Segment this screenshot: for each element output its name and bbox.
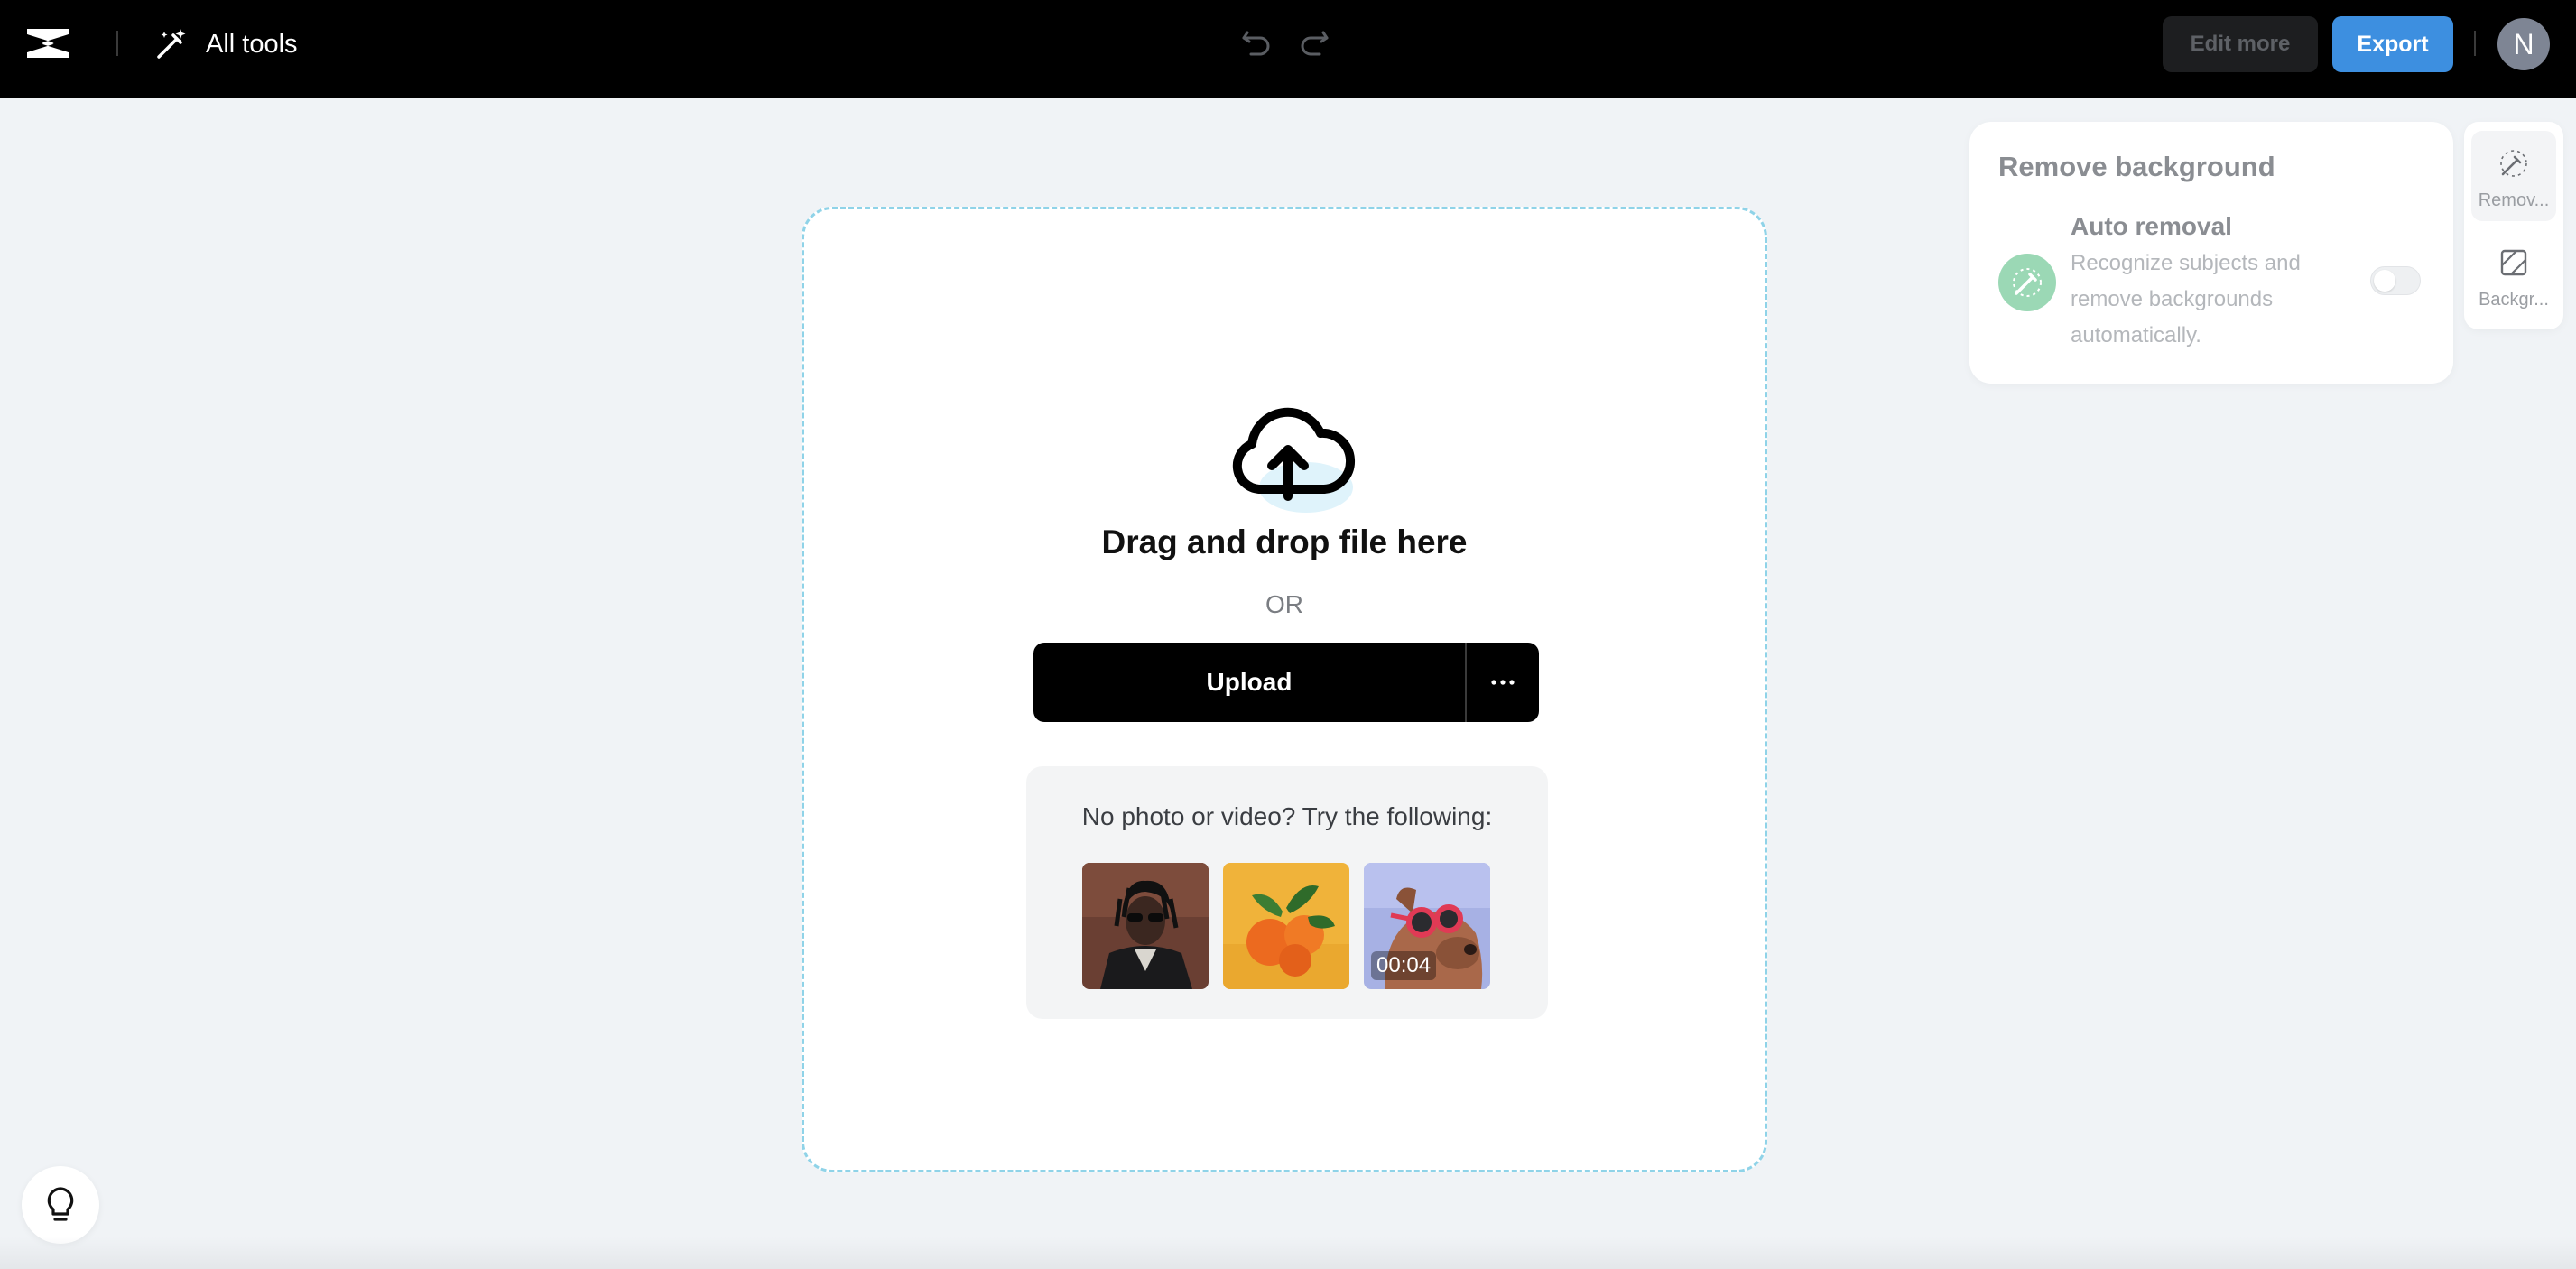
auto-removal-toggle[interactable] — [2370, 266, 2421, 295]
remove-background-panel: Remove background Auto removal Recognize… — [1969, 122, 2453, 384]
or-separator: OR — [1265, 590, 1303, 618]
topbar-divider — [2474, 31, 2476, 56]
topbar-divider — [116, 31, 118, 56]
sample-media-panel: No photo or video? Try the following: 00… — [1026, 766, 1548, 1019]
auto-removal-description: Recognize subjects and remove background… — [2071, 251, 2301, 347]
rail-label-background: Backgr... — [2479, 290, 2549, 310]
cloud-upload-icon — [1232, 407, 1355, 513]
upload-button[interactable]: Upload — [1033, 643, 1467, 722]
rail-item-remove-background[interactable]: Remov... — [2471, 131, 2556, 221]
edit-more-button[interactable]: Edit more — [2163, 16, 2318, 72]
undo-icon[interactable] — [1237, 20, 1276, 60]
sample-thumbnail-dog-video[interactable]: 00:04 — [1364, 863, 1490, 989]
auto-removal-title: Auto removal — [2071, 212, 2232, 240]
auto-removal-icon — [1998, 254, 2056, 311]
toggle-knob — [2374, 270, 2395, 292]
rail-label-remove: Remov... — [2478, 190, 2550, 210]
all-tools-button[interactable]: All tools — [153, 23, 298, 65]
bottom-shadow — [0, 1237, 2576, 1269]
all-tools-label: All tools — [206, 29, 298, 59]
redo-icon[interactable] — [1294, 20, 1334, 60]
lightbulb-icon — [47, 1187, 74, 1221]
rail-item-background[interactable]: Backgr... — [2471, 230, 2556, 320]
tool-rail: Remov... Backgr... — [2464, 122, 2563, 329]
portrait-photo-image — [1082, 863, 1209, 989]
export-button[interactable]: Export — [2332, 16, 2453, 72]
top-bar: All tools Edit more Export N — [0, 0, 2576, 98]
drag-drop-text: Drag and drop file here — [1101, 523, 1468, 560]
tips-button[interactable] — [22, 1166, 99, 1244]
video-duration-badge: 00:04 — [1371, 951, 1437, 980]
samples-title: No photo or video? Try the following: — [1081, 802, 1493, 830]
remove-background-title: Remove background — [1998, 151, 2275, 182]
magic-eraser-icon — [2500, 150, 2527, 177]
sample-thumbnail-portrait[interactable] — [1082, 863, 1209, 989]
upload-button-group: Upload — [1033, 643, 1539, 722]
user-avatar[interactable]: N — [2497, 18, 2550, 70]
capcut-logo-icon[interactable] — [23, 23, 72, 63]
more-horizontal-icon — [1491, 680, 1515, 685]
background-pattern-icon — [2500, 249, 2527, 276]
upload-more-options-button[interactable] — [1467, 643, 1539, 722]
magic-wand-icon — [157, 29, 186, 59]
tangerines-photo-image — [1223, 863, 1349, 989]
sample-thumbnail-tangerines[interactable] — [1223, 863, 1349, 989]
upload-drop-zone[interactable]: Drag and drop file here OR Upload No pho… — [802, 207, 1767, 1172]
